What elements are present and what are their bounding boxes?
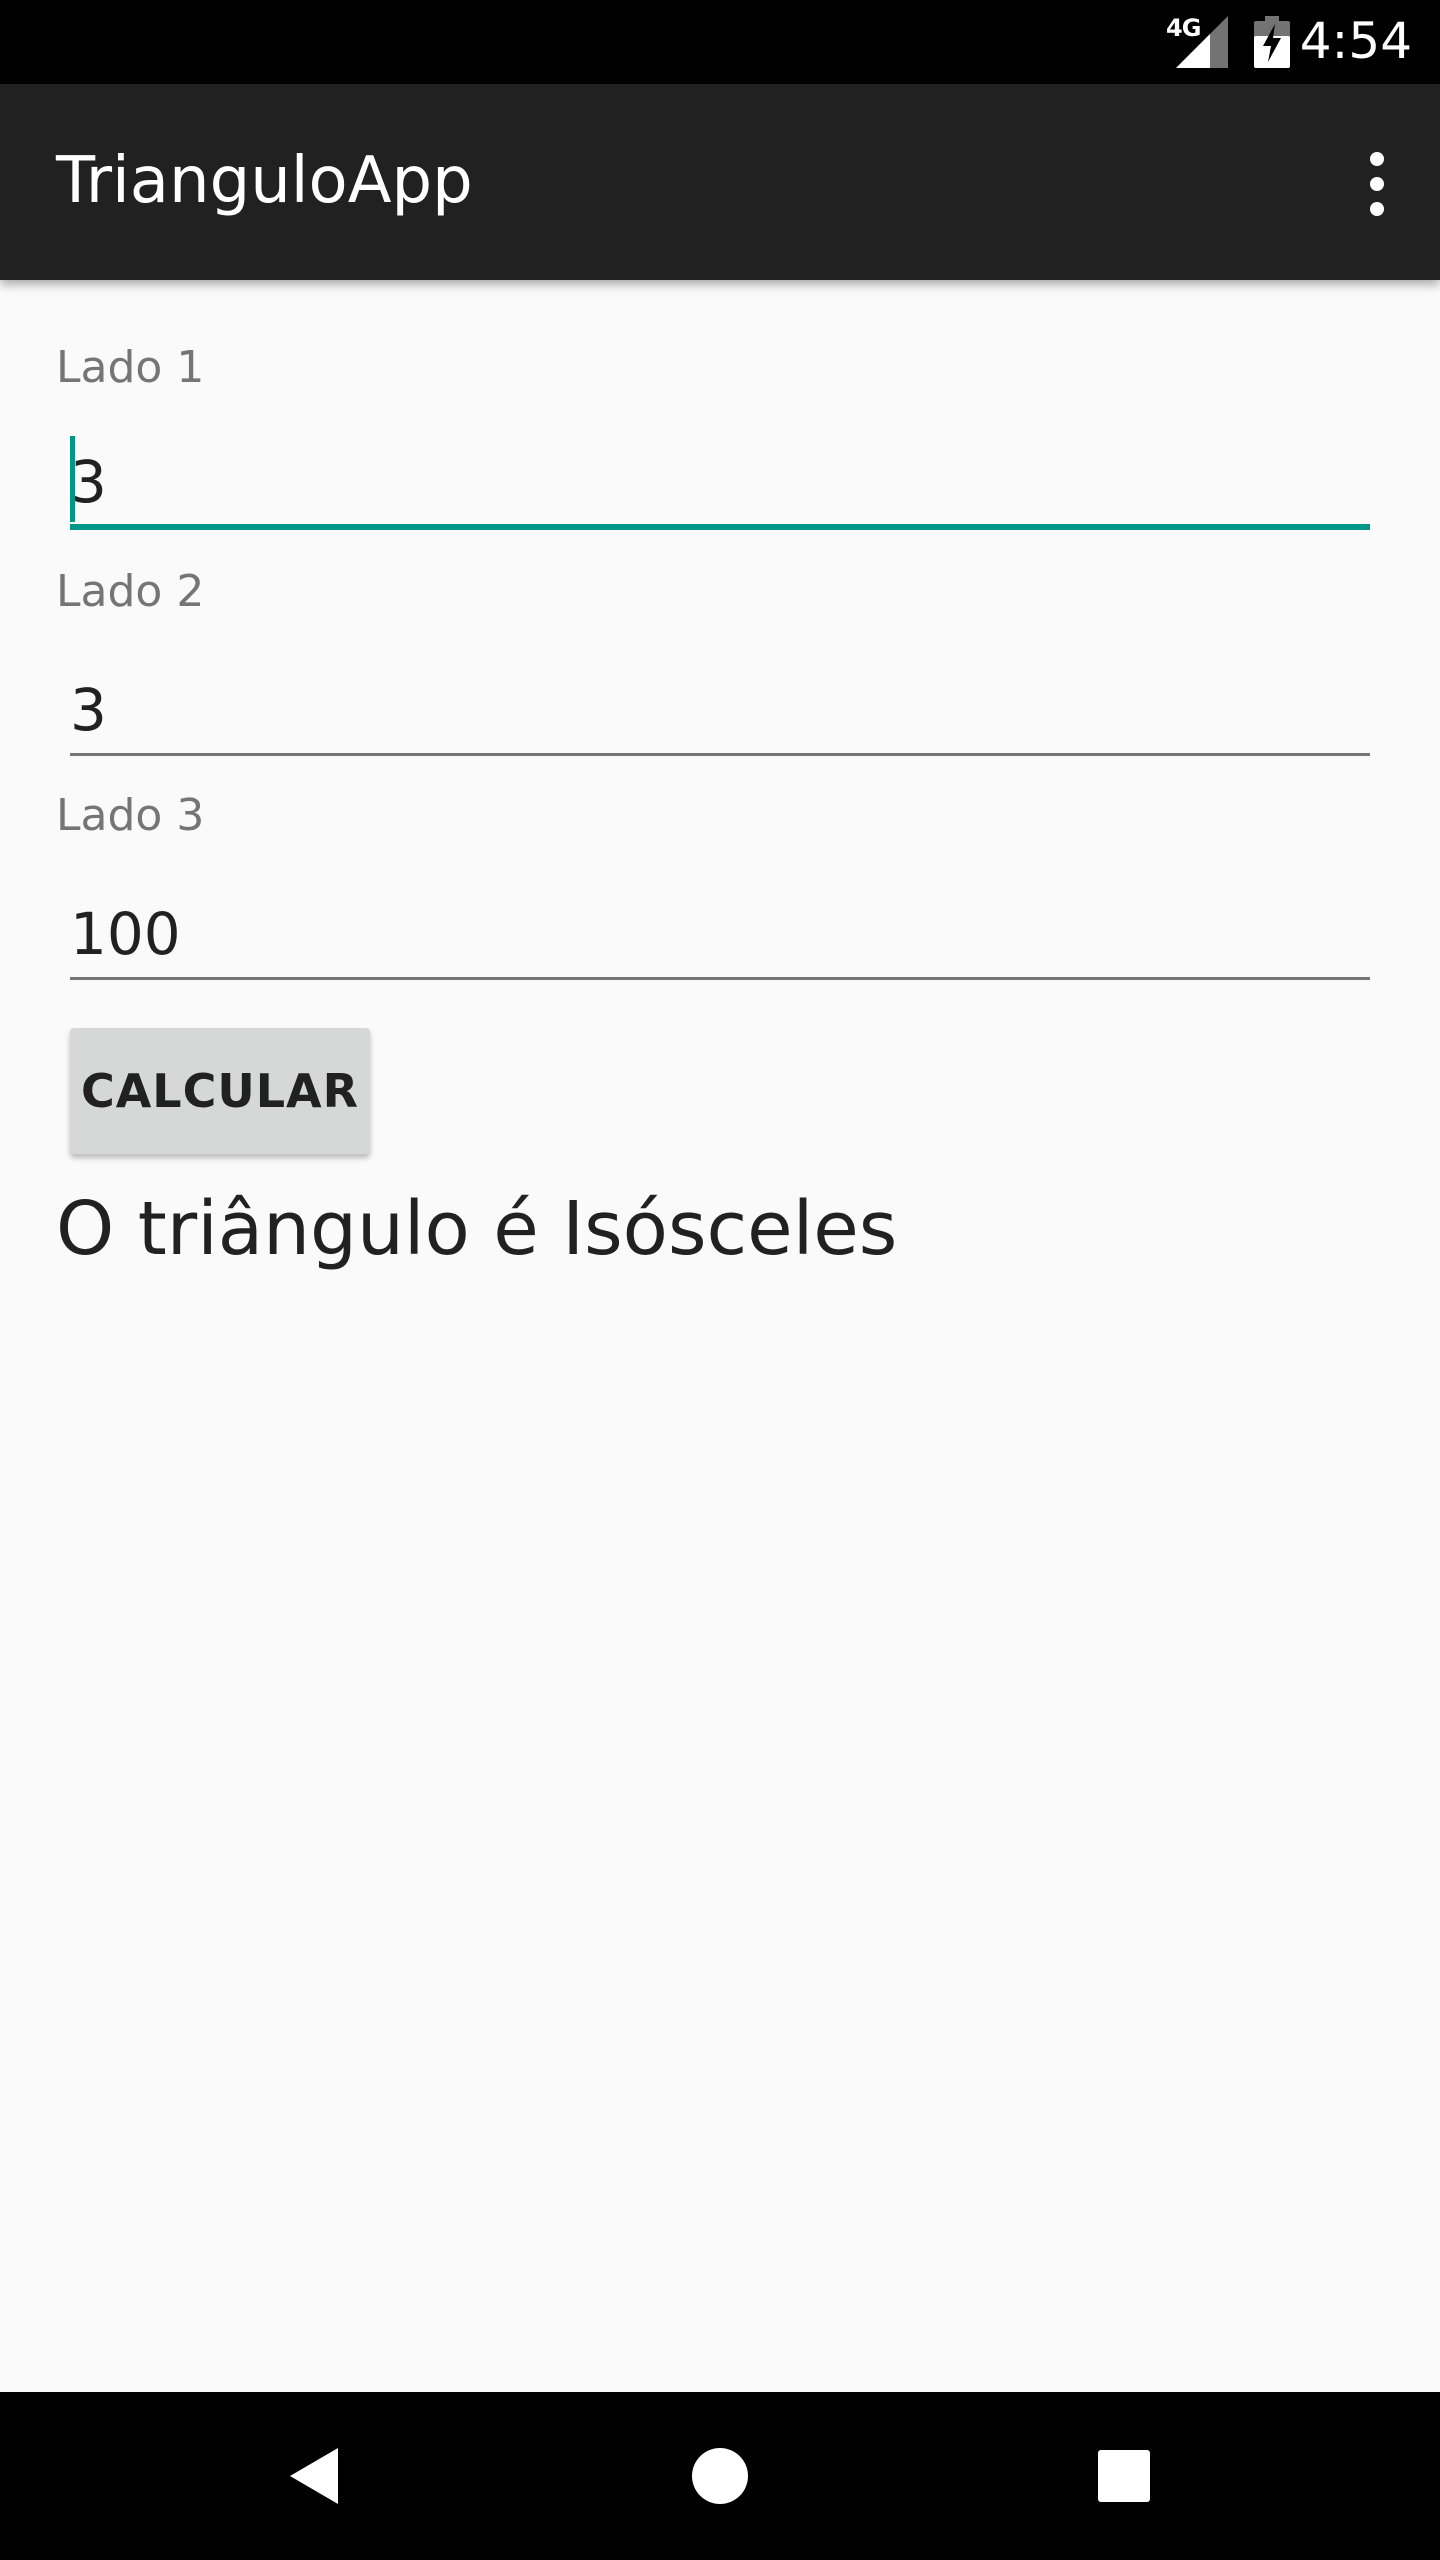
recent-apps-icon[interactable] [1084, 2436, 1164, 2516]
status-bar: 4G 4:54 [0, 0, 1440, 84]
side2-label: Lado 2 [56, 566, 205, 617]
app-bar: TrianguloApp [0, 84, 1440, 280]
side1-label: Lado 1 [56, 342, 205, 393]
status-time: 4:54 [1299, 12, 1412, 70]
side1-input[interactable] [70, 440, 1370, 530]
navigation-bar [0, 2392, 1440, 2560]
signal-icon [1176, 16, 1228, 68]
overflow-menu-icon[interactable] [1360, 152, 1396, 216]
app-title: TrianguloApp [56, 144, 473, 218]
calculate-button[interactable]: CALCULAR [70, 1028, 370, 1154]
side2-input[interactable] [70, 666, 1370, 756]
text-cursor [70, 436, 75, 522]
battery-charging-icon [1254, 16, 1290, 68]
home-icon[interactable] [680, 2436, 760, 2516]
back-icon[interactable] [276, 2436, 356, 2516]
screen: 4G 4:54 TrianguloApp Lado 1 Lado 2 Lado … [0, 0, 1440, 2560]
result-text: O triângulo é Isósceles [56, 1186, 898, 1272]
side3-label: Lado 3 [56, 790, 205, 841]
side3-input[interactable] [70, 890, 1370, 980]
